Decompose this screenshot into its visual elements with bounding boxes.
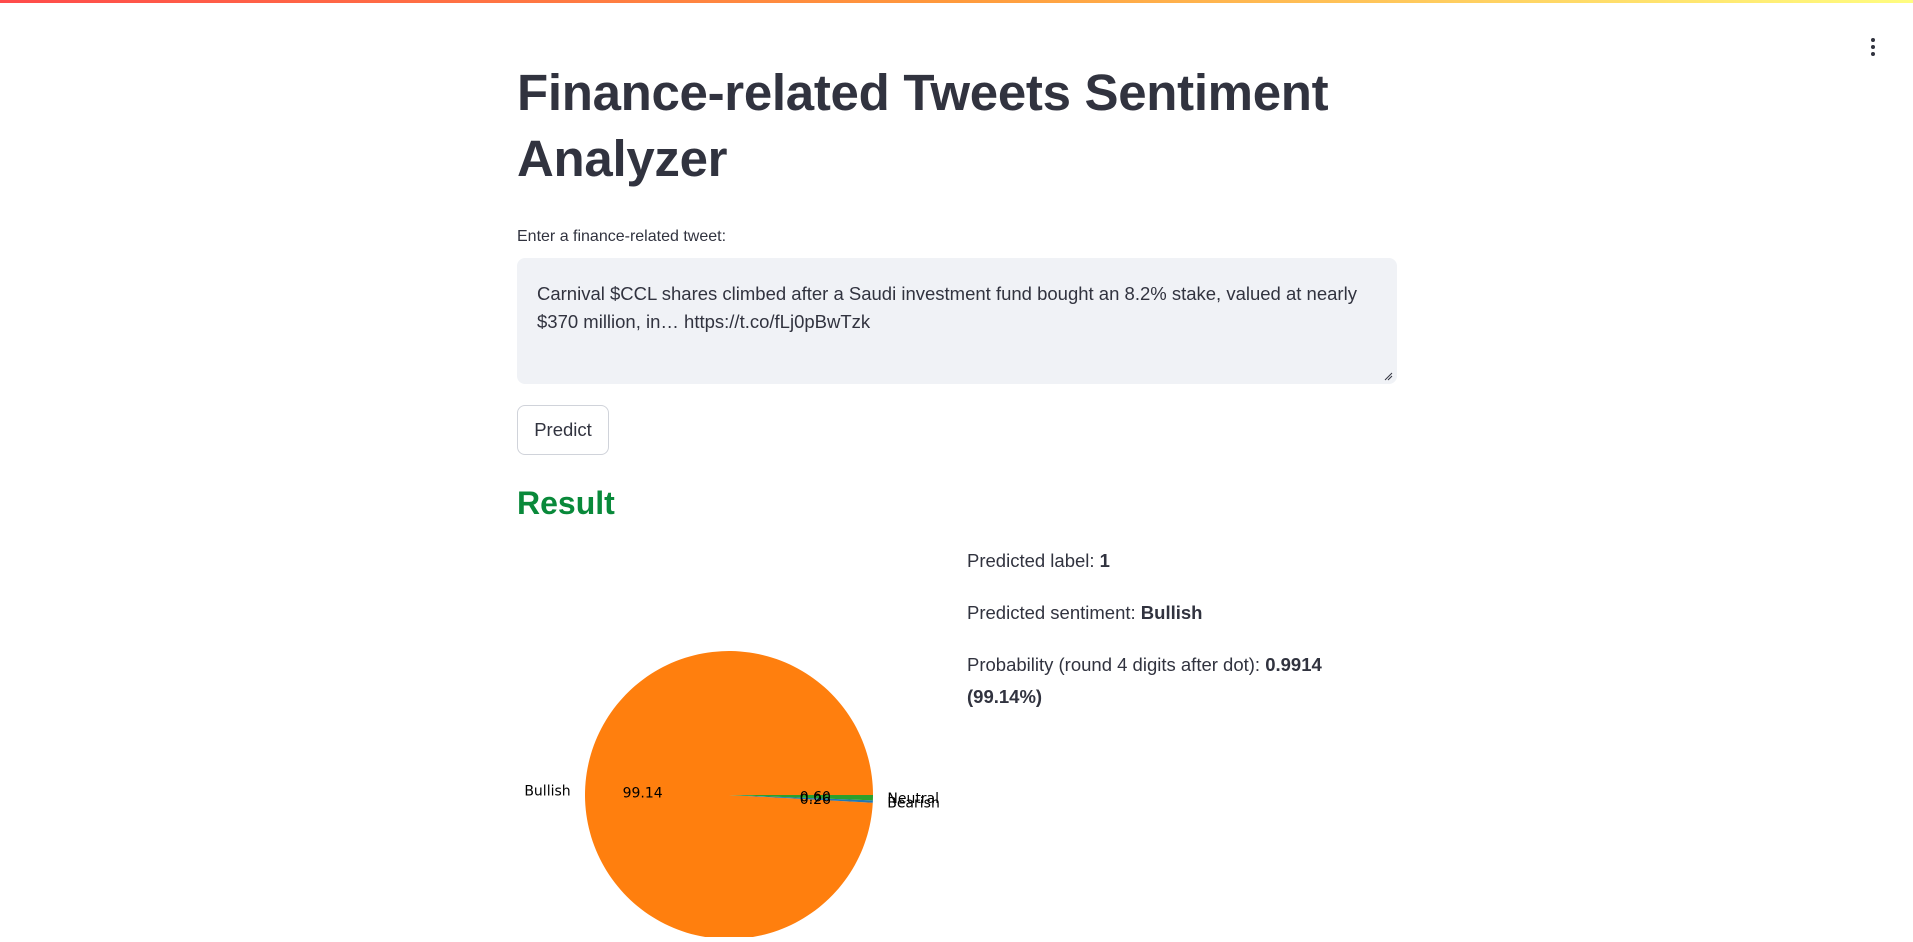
pie-value-label-neutral: 0.60 [800,790,831,806]
pie-value-label-bullish: 99.14 [623,786,663,802]
top-decoration-bar [0,0,1913,3]
sentiment-pie-chart: Bullish 99.14 Bearish 0.26 Neutral 0.60 [517,605,957,939]
predicted-sentiment-value: Bullish [1140,602,1203,623]
pie-label-neutral: Neutral [887,791,939,807]
predicted-sentiment-line: Predicted sentiment: Bullish [967,597,1387,629]
predicted-label-line: Predicted label: 1 [967,545,1387,577]
probability-text: Probability (round 4 digits after dot): [967,654,1266,675]
predicted-label-text: Predicted label: [967,550,1100,571]
predicted-label-value: 1 [1099,550,1110,571]
tweet-textarea-container [517,258,1397,384]
prediction-details: Predicted label: 1 Predicted sentiment: … [967,545,1387,733]
main-content: Finance-related Tweets Sentiment Analyze… [517,60,1397,939]
predict-button[interactable]: Predict [517,405,609,455]
page-title: Finance-related Tweets Sentiment Analyze… [517,64,1329,187]
result-header: Result [517,485,615,521]
vertical-ellipsis-icon [1871,38,1875,56]
main-menu-button[interactable] [1862,34,1884,60]
probability-value: 0.9914 [1265,654,1322,675]
probability-percent: (99.14%) [967,686,1043,707]
tweet-input-label: Enter a finance-related tweet: [517,228,727,245]
pie-label-bullish: Bullish [524,784,570,800]
predicted-sentiment-text: Predicted sentiment: [967,602,1141,623]
probability-line: Probability (round 4 digits after dot): … [967,649,1387,713]
tweet-textarea[interactable] [517,258,1397,384]
pie-chart-svg: Bullish 99.14Bearish0.26 Neutral0.60 [524,650,940,939]
resize-handle-icon[interactable] [1383,371,1393,381]
